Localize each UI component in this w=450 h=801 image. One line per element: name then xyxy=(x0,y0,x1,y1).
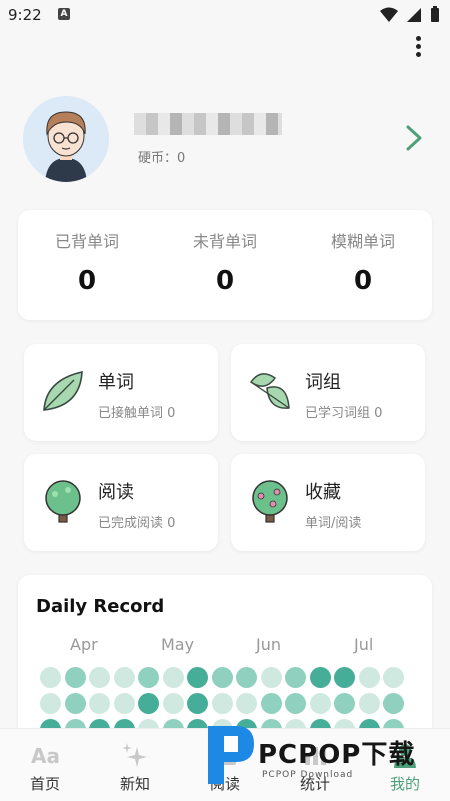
tile-reading[interactable]: 阅读 已完成阅读 0 xyxy=(24,454,218,551)
heatmap-cell xyxy=(211,667,233,688)
tile-phrases[interactable]: 词组 已学习词组 0 xyxy=(231,344,425,441)
heatmap-cell xyxy=(285,693,306,714)
heatmap-cell xyxy=(162,667,184,688)
nav-discover[interactable]: 新知 xyxy=(90,729,180,801)
tree-icon xyxy=(45,480,81,523)
wifi-icon xyxy=(380,7,398,22)
stats-card: 已背单词 0 未背单词 0 模糊单词 0 xyxy=(18,210,432,320)
heatmap-cell xyxy=(40,693,61,714)
heatmap-cell xyxy=(309,667,331,688)
avatar[interactable] xyxy=(23,96,109,182)
status-icons xyxy=(380,6,440,23)
heatmap-cell xyxy=(89,693,110,714)
heatmap-cell xyxy=(89,667,110,688)
heatmap-cell xyxy=(309,693,331,714)
heatmap-cell xyxy=(383,693,404,714)
heatmap-cell xyxy=(260,667,282,688)
heatmap-cell xyxy=(236,667,257,688)
tile-title: 单词 xyxy=(98,372,134,393)
month-label: Jul xyxy=(354,635,374,654)
heatmap-cell xyxy=(383,667,404,688)
heatmap-cell xyxy=(334,667,355,688)
heatmap-cell xyxy=(187,693,208,714)
heatmap-cell xyxy=(236,693,257,714)
sparkle-icon xyxy=(122,743,147,767)
month-label: Jun xyxy=(256,635,281,654)
month-labels: Apr May Jun Jul xyxy=(18,635,432,655)
leaves-icon xyxy=(249,373,290,409)
coins-label: 硬币：0 xyxy=(138,151,186,166)
heatmap-cell xyxy=(285,667,306,688)
pcpop-logo-icon xyxy=(208,726,254,784)
nav-label: 首页 xyxy=(29,775,60,793)
avatar-illustration xyxy=(23,96,109,182)
heatmap-cell xyxy=(113,667,135,688)
stat-label: 未背单词 xyxy=(192,232,257,251)
heatmap-cell xyxy=(64,693,86,714)
heatmap-cell xyxy=(113,693,135,714)
heatmap-cell xyxy=(138,693,159,714)
watermark-text: PCPOP下载 xyxy=(258,740,416,770)
aa-icon: Aa xyxy=(31,744,60,768)
heatmap-cell xyxy=(334,693,355,714)
month-label: Apr xyxy=(70,635,98,654)
tile-subtitle: 单词/阅读 xyxy=(305,516,362,531)
tile-favorites[interactable]: 收藏 单词/阅读 xyxy=(231,454,425,551)
heatmap-cell xyxy=(40,667,61,688)
status-time: 9:22 xyxy=(8,6,42,24)
stat-fuzzy[interactable]: 模糊单词 0 xyxy=(294,210,432,320)
chevron-right-icon[interactable] xyxy=(404,124,424,152)
stat-unlearned[interactable]: 未背单词 0 xyxy=(156,210,294,320)
fruit-tree-icon xyxy=(252,480,288,523)
tile-title: 收藏 xyxy=(305,482,341,503)
battery-icon xyxy=(431,6,439,22)
daily-record-title: Daily Record xyxy=(36,596,165,617)
stat-label: 模糊单词 xyxy=(330,232,395,251)
stat-learned[interactable]: 已背单词 0 xyxy=(18,210,156,320)
heatmap-cell xyxy=(260,693,282,714)
heatmap-cell xyxy=(358,667,380,688)
username-obscured xyxy=(134,113,282,135)
svg-text:Aa: Aa xyxy=(31,744,60,768)
nav-home[interactable]: Aa 首页 xyxy=(0,729,90,801)
heatmap-cell xyxy=(64,667,86,688)
watermark-logo: PCPOP下载 PCPOP Download xyxy=(200,718,440,798)
leaf-icon xyxy=(43,370,83,411)
tile-words[interactable]: 单词 已接触单词 0 xyxy=(24,344,218,441)
nav-label: 新知 xyxy=(119,775,150,793)
more-menu-icon[interactable] xyxy=(410,34,426,60)
heatmap-cell xyxy=(358,693,380,714)
watermark-subtext: PCPOP Download xyxy=(262,770,354,780)
tile-subtitle: 已完成阅读 0 xyxy=(98,516,176,531)
stat-value: 0 xyxy=(215,266,235,296)
stat-value: 0 xyxy=(353,266,373,296)
heatmap-cell xyxy=(138,667,159,688)
heatmap-cell xyxy=(187,667,208,688)
status-bar: 9:22 A xyxy=(0,0,450,30)
tile-title: 词组 xyxy=(305,372,341,393)
a-app-icon: A xyxy=(58,8,70,20)
tile-subtitle: 已接触单词 0 xyxy=(98,406,176,421)
tile-subtitle: 已学习词组 0 xyxy=(305,406,383,421)
tile-title: 阅读 xyxy=(98,482,134,503)
heatmap-cell xyxy=(162,693,184,714)
month-label: May xyxy=(161,635,195,654)
stat-label: 已背单词 xyxy=(54,232,119,251)
signal-icon xyxy=(407,7,421,22)
heatmap-cell xyxy=(211,693,233,714)
stat-value: 0 xyxy=(77,266,97,296)
